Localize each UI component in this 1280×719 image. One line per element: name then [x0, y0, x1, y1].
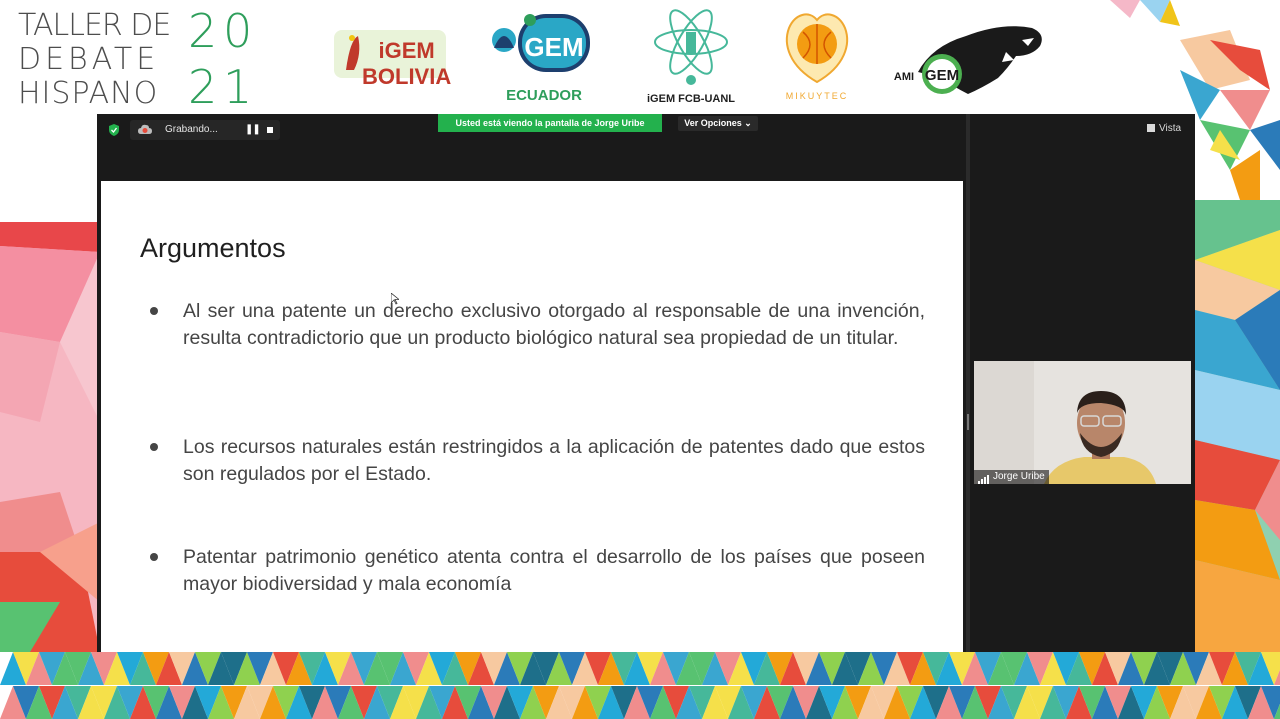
- slide-title: Argumentos: [140, 233, 286, 263]
- svg-text:GEM: GEM: [925, 67, 959, 84]
- participant-video-tile[interactable]: Jorge Uribe: [974, 361, 1191, 484]
- panel-splitter[interactable]: [966, 114, 970, 652]
- mikuytec-caption: MIKUYTEC: [785, 91, 849, 101]
- chevron-down-icon: ⌄: [744, 118, 752, 128]
- decorative-triangle-band: [0, 652, 1280, 719]
- recording-label: Grabando...: [165, 124, 218, 135]
- cloud-recording-icon: [138, 124, 152, 134]
- igem-ecuador-logo: GEM ECUADOR: [484, 4, 604, 104]
- year-digit-1: 2: [188, 4, 218, 58]
- zoom-meeting-window: Grabando... ❚❚ Usted está viendo la pant…: [97, 114, 1195, 652]
- splitter-handle-icon[interactable]: [967, 414, 969, 430]
- view-button[interactable]: Vista: [1147, 123, 1181, 134]
- bullet-dot: [150, 553, 158, 561]
- decorative-mosaic-right: [1195, 200, 1280, 652]
- igem-panther-logo: GEM AMI: [882, 16, 1048, 102]
- slide-bullet-1: Al ser una patente un derecho exclusivo …: [183, 300, 925, 349]
- event-title: TALLER DE DEBATE HISPANO 2 0 2 1: [18, 8, 268, 112]
- year-digit-3: 2: [188, 60, 218, 114]
- mouse-cursor-icon: [391, 293, 399, 305]
- igem-bolivia-logo: iGEM BOLIVIA: [332, 26, 451, 89]
- igem-fcb-uanl-logo: iGEM FCB-UANL: [640, 2, 742, 106]
- igem-fcb-uanl-caption: iGEM FCB-UANL: [647, 93, 735, 105]
- svg-text:GEM: GEM: [524, 32, 583, 62]
- event-title-line-3: HISPANO: [18, 76, 159, 111]
- connection-signal-icon: [978, 470, 990, 484]
- view-button-label: Vista: [1159, 123, 1182, 134]
- view-options-button[interactable]: Ver Opciones ⌄: [678, 116, 758, 131]
- bullet-dot: [150, 307, 158, 315]
- year-digit-4: 1: [223, 60, 253, 114]
- screen-share-banner: Usted está viendo la pantalla de Jorge U…: [438, 114, 662, 132]
- year-digit-2: 0: [223, 4, 253, 58]
- grid-view-icon: [1147, 124, 1155, 132]
- stop-recording-icon[interactable]: [267, 127, 273, 133]
- recording-indicator: Grabando... ❚❚: [130, 120, 280, 140]
- slide-bullet-2: Los recursos naturales están restringido…: [183, 436, 925, 485]
- shared-screen-slide: Argumentos Al ser una patente un derecho…: [101, 181, 963, 652]
- mikuytec-logo: MIKUYTEC: [779, 4, 855, 104]
- igem-ecuador-caption: ECUADOR: [506, 87, 582, 104]
- slide-bullet-3: Patentar patrimonio genético atenta cont…: [183, 546, 925, 595]
- igem-bolivia-caption: iGEM BOLIVIA: [362, 38, 452, 89]
- security-shield-icon[interactable]: [108, 124, 120, 136]
- view-options-label: Ver Opciones: [684, 118, 742, 128]
- participant-video: [974, 361, 1191, 484]
- participant-name: Jorge Uribe: [993, 471, 1045, 482]
- event-title-line-2: DEBATE: [18, 42, 160, 77]
- bullet-dot: [150, 443, 158, 451]
- pause-recording-icon[interactable]: ❚❚: [245, 124, 261, 135]
- svg-text:AMI: AMI: [894, 71, 914, 83]
- decorative-mosaic-left: [0, 222, 100, 652]
- participant-name-tag: Jorge Uribe: [974, 470, 1049, 484]
- zoom-top-bar: Grabando... ❚❚ Usted está viendo la pant…: [97, 114, 1195, 180]
- event-title-line-1: TALLER DE: [18, 8, 171, 43]
